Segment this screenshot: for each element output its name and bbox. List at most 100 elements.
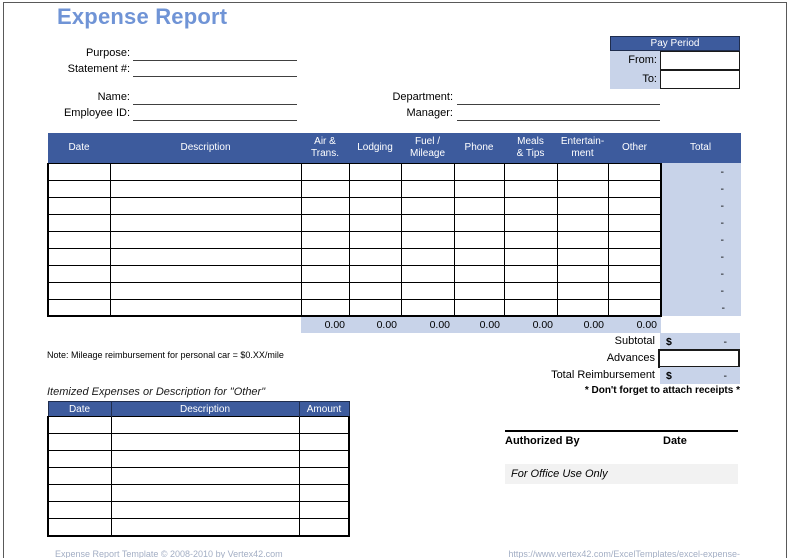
expense-cell[interactable] — [109, 196, 302, 215]
expense-cell[interactable] — [348, 230, 402, 249]
expense-cell[interactable] — [348, 298, 402, 317]
expense-cell[interactable] — [109, 179, 302, 198]
itemized-cell[interactable] — [47, 467, 112, 485]
itemized-cell[interactable] — [110, 416, 300, 434]
expense-cell[interactable] — [400, 179, 455, 198]
expense-cell[interactable] — [348, 162, 402, 181]
advances-field[interactable] — [658, 349, 740, 368]
expense-cell[interactable] — [400, 162, 455, 181]
pay-period-from-field[interactable] — [660, 51, 740, 70]
expense-cell[interactable] — [607, 213, 662, 232]
itemized-cell[interactable] — [47, 450, 112, 468]
expense-cell[interactable] — [400, 264, 455, 283]
itemized-cell[interactable] — [298, 416, 350, 434]
expense-cell[interactable] — [453, 298, 505, 317]
expense-cell[interactable] — [47, 179, 111, 198]
expense-cell[interactable] — [47, 162, 111, 181]
expense-cell[interactable] — [300, 298, 350, 317]
expense-cell[interactable] — [453, 281, 505, 300]
expense-cell[interactable] — [503, 247, 558, 266]
expense-cell[interactable] — [607, 264, 662, 283]
expense-cell[interactable] — [607, 230, 662, 249]
itemized-cell[interactable] — [47, 416, 112, 434]
expense-cell[interactable] — [556, 247, 609, 266]
itemized-cell[interactable] — [298, 518, 350, 537]
expense-cell[interactable] — [503, 196, 558, 215]
expense-cell[interactable] — [453, 247, 505, 266]
expense-cell[interactable] — [300, 264, 350, 283]
expense-cell[interactable] — [607, 162, 662, 181]
expense-cell[interactable] — [556, 162, 609, 181]
expense-cell[interactable] — [300, 162, 350, 181]
itemized-cell[interactable] — [298, 450, 350, 468]
expense-cell[interactable] — [556, 179, 609, 198]
expense-cell[interactable] — [453, 162, 505, 181]
expense-cell[interactable] — [47, 230, 111, 249]
expense-cell[interactable] — [453, 196, 505, 215]
expense-cell[interactable] — [109, 281, 302, 300]
itemized-cell[interactable] — [110, 450, 300, 468]
itemized-cell[interactable] — [110, 433, 300, 451]
expense-cell[interactable] — [400, 298, 455, 317]
expense-cell[interactable] — [109, 213, 302, 232]
expense-cell[interactable] — [400, 213, 455, 232]
expense-cell[interactable] — [300, 247, 350, 266]
expense-cell[interactable] — [47, 298, 111, 317]
expense-cell[interactable] — [300, 196, 350, 215]
expense-cell[interactable] — [400, 196, 455, 215]
itemized-cell[interactable] — [298, 501, 350, 519]
expense-cell[interactable] — [400, 247, 455, 266]
expense-cell[interactable] — [607, 281, 662, 300]
expense-cell[interactable] — [400, 281, 455, 300]
expense-cell[interactable] — [348, 213, 402, 232]
itemized-cell[interactable] — [47, 501, 112, 519]
expense-cell[interactable] — [453, 179, 505, 198]
expense-cell[interactable] — [109, 162, 302, 181]
expense-cell[interactable] — [503, 264, 558, 283]
expense-cell[interactable] — [300, 179, 350, 198]
expense-cell[interactable] — [556, 264, 609, 283]
expense-cell[interactable] — [47, 213, 111, 232]
expense-cell[interactable] — [348, 281, 402, 300]
expense-cell[interactable] — [556, 281, 609, 300]
expense-cell[interactable] — [109, 247, 302, 266]
expense-cell[interactable] — [453, 230, 505, 249]
expense-cell[interactable] — [503, 281, 558, 300]
expense-cell[interactable] — [348, 179, 402, 198]
expense-cell[interactable] — [47, 247, 111, 266]
statement-field[interactable] — [133, 62, 297, 77]
itemized-cell[interactable] — [47, 433, 112, 451]
expense-cell[interactable] — [300, 230, 350, 249]
expense-cell[interactable] — [300, 281, 350, 300]
expense-cell[interactable] — [300, 213, 350, 232]
itemized-cell[interactable] — [110, 467, 300, 485]
expense-cell[interactable] — [503, 179, 558, 198]
itemized-cell[interactable] — [47, 484, 112, 502]
itemized-cell[interactable] — [298, 467, 350, 485]
expense-cell[interactable] — [503, 162, 558, 181]
name-field[interactable] — [133, 90, 297, 105]
department-field[interactable] — [457, 90, 660, 105]
expense-cell[interactable] — [607, 196, 662, 215]
itemized-cell[interactable] — [298, 433, 350, 451]
itemized-cell[interactable] — [110, 484, 300, 502]
pay-period-to-field[interactable] — [660, 70, 740, 89]
itemized-cell[interactable] — [110, 518, 300, 537]
expense-cell[interactable] — [556, 298, 609, 317]
expense-cell[interactable] — [503, 213, 558, 232]
expense-cell[interactable] — [47, 281, 111, 300]
employee-id-field[interactable] — [133, 106, 297, 121]
expense-cell[interactable] — [348, 264, 402, 283]
expense-cell[interactable] — [348, 196, 402, 215]
expense-cell[interactable] — [453, 264, 505, 283]
expense-cell[interactable] — [400, 230, 455, 249]
itemized-cell[interactable] — [298, 484, 350, 502]
expense-cell[interactable] — [109, 230, 302, 249]
itemized-cell[interactable] — [47, 518, 112, 537]
expense-cell[interactable] — [556, 213, 609, 232]
expense-cell[interactable] — [453, 213, 505, 232]
expense-cell[interactable] — [607, 247, 662, 266]
expense-cell[interactable] — [503, 230, 558, 249]
expense-cell[interactable] — [109, 264, 302, 283]
expense-cell[interactable] — [47, 196, 111, 215]
